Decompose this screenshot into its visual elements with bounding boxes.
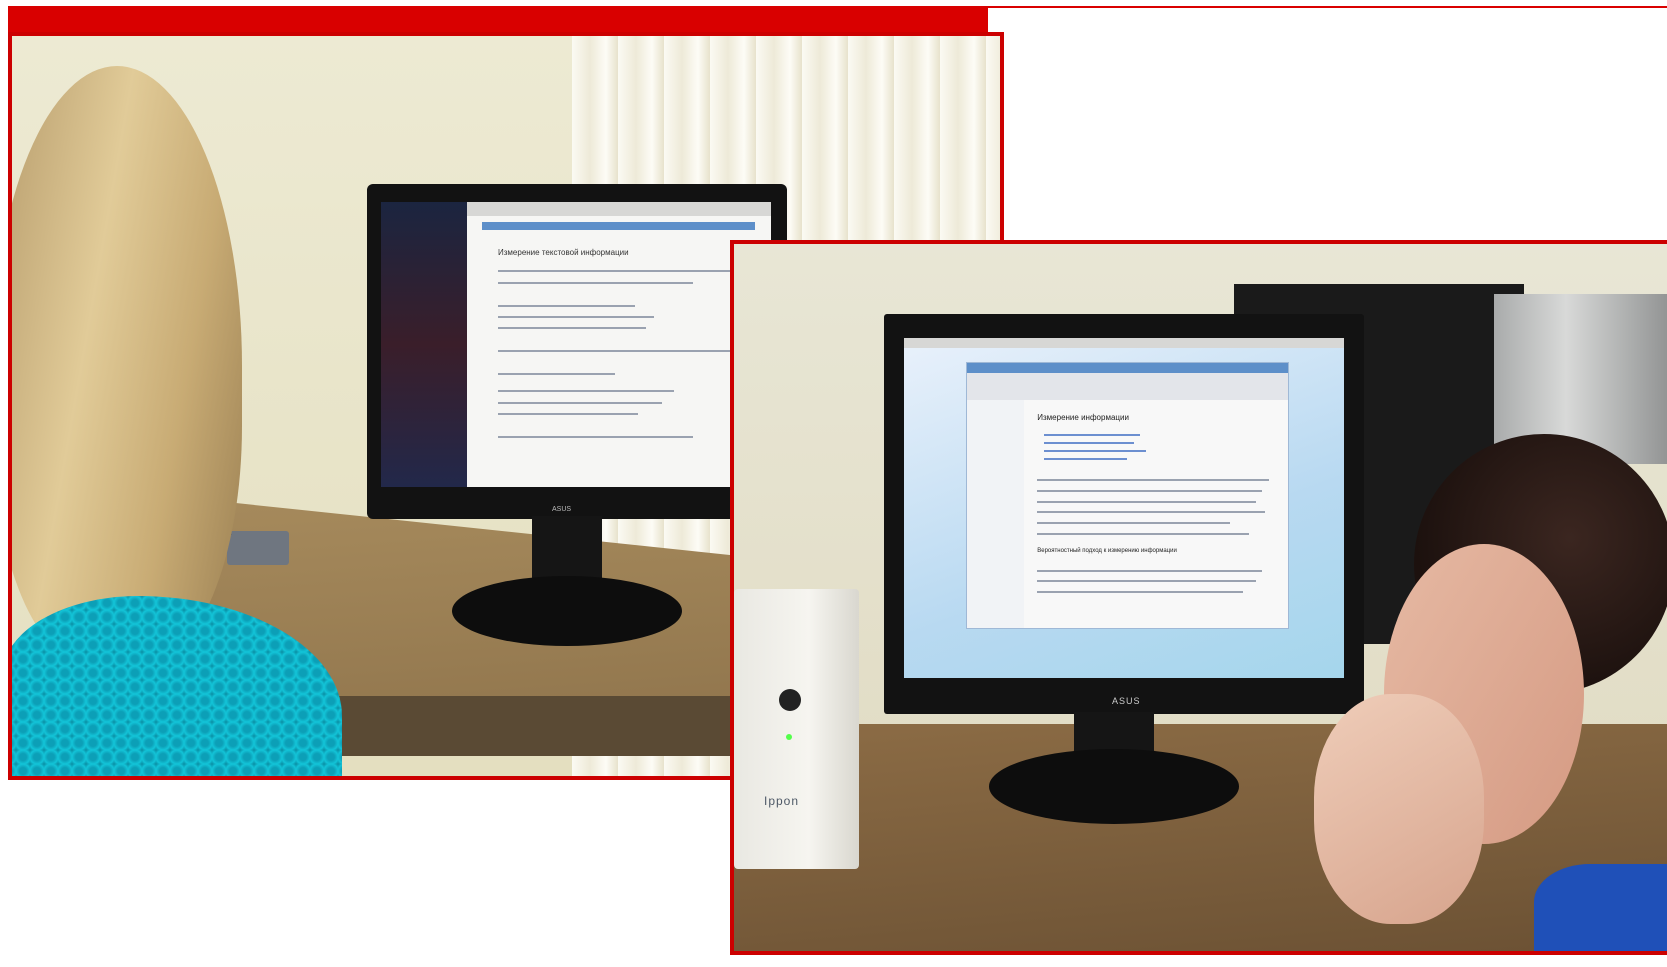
ups-logo: Ippon [764, 794, 800, 808]
monitor: Измерение текстовой информации ASUS [367, 184, 787, 519]
boy-shirt [1534, 864, 1667, 951]
boy-hands [1314, 694, 1484, 924]
browser-titlebar [482, 221, 756, 231]
monitor-brand: ASUS [1112, 696, 1141, 706]
header-red-bar [8, 6, 988, 32]
text-line [1037, 500, 1256, 503]
text-line [498, 270, 732, 273]
text-line [498, 435, 693, 438]
monitor-brand: ASUS [552, 506, 572, 513]
monitor-base [989, 749, 1239, 824]
text-line [498, 373, 615, 375]
text-line [1037, 590, 1243, 593]
text-line [498, 304, 635, 307]
text-line [1037, 521, 1230, 524]
text-line [1037, 569, 1263, 572]
monitor-screen: Измерение информации Вероятностный подхо… [904, 338, 1344, 678]
monitor: Измерение информации Вероятностный подхо… [884, 314, 1364, 714]
browser-left-panel [966, 399, 1025, 628]
link-line [1043, 434, 1141, 437]
system-panel [904, 338, 1344, 349]
screen-page-heading: Измерение информации [1037, 413, 1129, 423]
header-red-line [988, 6, 1667, 8]
text-line [1037, 490, 1263, 493]
text-line [1037, 532, 1250, 535]
browser-window: Измерение информации Вероятностный подхо… [965, 361, 1289, 629]
browser-toolbar [966, 373, 1288, 400]
text-line [498, 281, 693, 284]
link-line [1043, 450, 1147, 453]
monitor-screen: Измерение текстовой информации [381, 202, 771, 487]
desktop-wallpaper [381, 202, 467, 487]
router [227, 531, 289, 565]
text-line [1037, 511, 1266, 514]
text-line [498, 401, 662, 404]
photo-boy-at-computer: Измерение информации Вероятностный подхо… [730, 240, 1667, 955]
text-line [1037, 479, 1269, 482]
text-line [498, 390, 674, 393]
text-line [498, 316, 654, 318]
screen-section-heading: Вероятностный подход к измерению информа… [1037, 548, 1177, 555]
ups-led [786, 734, 792, 740]
text-line [498, 412, 639, 415]
text-line [498, 327, 647, 330]
screen-page-heading: Измерение текстовой информации [498, 247, 629, 257]
ups-power-button [779, 689, 801, 711]
link-line [1043, 442, 1134, 445]
text-line [498, 350, 740, 353]
browser-titlebar [966, 362, 1288, 374]
monitor-base [452, 576, 682, 646]
text-line [1037, 580, 1256, 583]
ups-device: Ippon [734, 589, 859, 869]
link-line [1043, 458, 1128, 461]
